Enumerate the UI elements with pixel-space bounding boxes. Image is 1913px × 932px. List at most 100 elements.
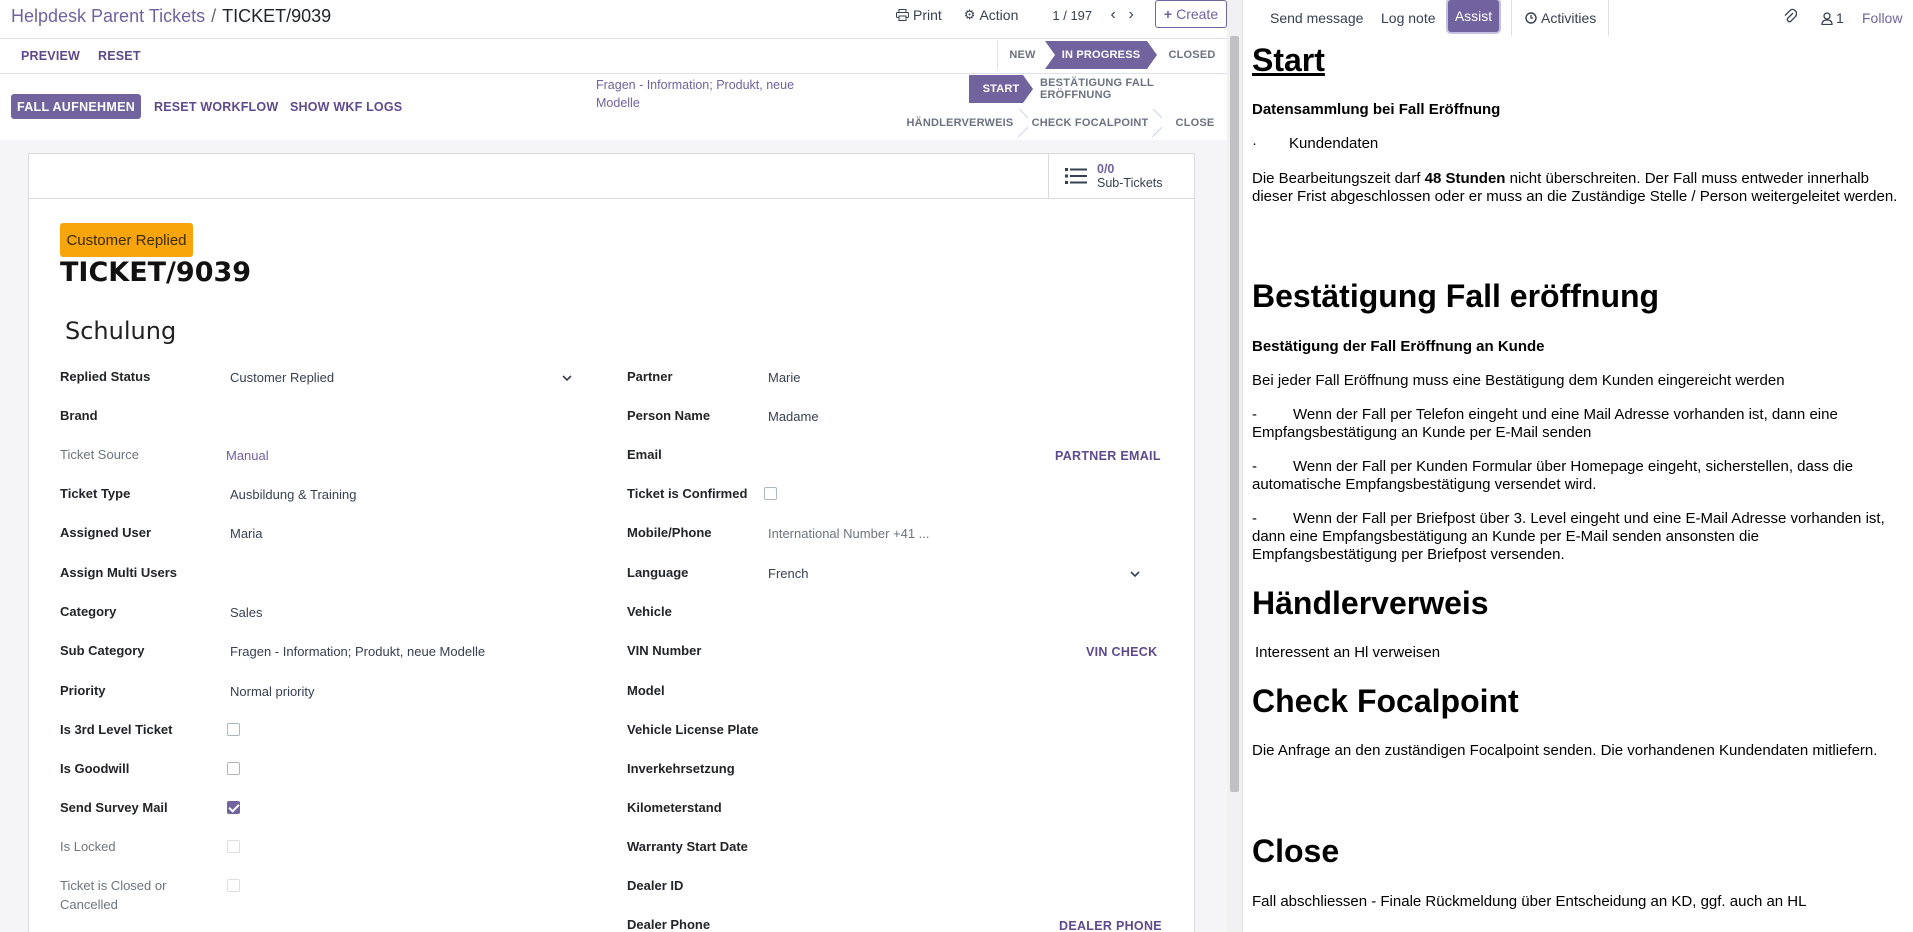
doc-list-item: - Wenn der Fall per Briefpost über 3. Lev… — [1252, 510, 1902, 564]
closed-or-cancelled-checkbox — [227, 879, 240, 892]
person-name-label: Person Name — [627, 408, 711, 423]
doc-paragraph-close: Fall abschliessen - Finale Rückmeldung ü… — [1252, 893, 1807, 910]
brand-label: Brand — [60, 408, 98, 423]
doc-list-item: - Wenn der Fall per Kunden Formular über … — [1252, 458, 1902, 494]
assigned-user-field[interactable]: Maria — [230, 526, 263, 541]
stage-haendlerverweis[interactable]: HÄNDLERVERWEIS — [905, 109, 1015, 137]
sub-category-label: Sub Category — [60, 643, 145, 658]
plus-icon: + — [1163, 6, 1173, 22]
priority-label: Priority — [60, 683, 106, 698]
create-button[interactable]: + Create — [1155, 0, 1227, 28]
assist-button[interactable]: Assist — [1448, 0, 1499, 32]
warranty-start-label: Warranty Start Date — [627, 839, 748, 854]
is-locked-checkbox — [227, 840, 240, 853]
ticket-type-field[interactable]: Ausbildung & Training — [230, 487, 356, 502]
divider — [1608, 0, 1609, 36]
clock-icon — [1525, 12, 1537, 24]
vin-check-button[interactable]: VIN CHECK — [1086, 645, 1157, 659]
state-new[interactable]: NEW — [997, 41, 1047, 69]
email-label: Email — [627, 447, 662, 462]
action-button[interactable]: ⚙ Action — [964, 7, 1019, 23]
partner-field[interactable]: Marie — [768, 370, 801, 385]
language-select[interactable]: French — [768, 566, 808, 581]
doc-heading-close: Close — [1252, 833, 1340, 869]
followers-button[interactable]: 1 — [1821, 0, 1844, 36]
reset-button[interactable]: RESET — [98, 49, 141, 63]
breadcrumb: Helpdesk Parent Tickets / TICKET/9039 — [11, 0, 331, 32]
priority-field[interactable]: Normal priority — [230, 684, 315, 699]
doc-paragraph-bestaetigung: Bei jeder Fall Eröffnung muss eine Bestä… — [1252, 372, 1785, 389]
form-scrollbar[interactable] — [1227, 0, 1242, 932]
doc-subheading-bestaetigung: Bestätigung der Fall Eröffnung an Kunde — [1252, 338, 1545, 355]
fall-aufnehmen-button[interactable]: FALL AUFNEHMEN — [11, 94, 141, 119]
preview-button[interactable]: PREVIEW — [21, 49, 80, 63]
state-closed[interactable]: CLOSED — [1157, 41, 1227, 69]
show-wkf-logs-button[interactable]: SHOW WKF LOGS — [290, 100, 402, 114]
language-label: Language — [627, 565, 689, 580]
chevron-down-icon[interactable] — [562, 375, 572, 382]
chevron-down-icon[interactable] — [1130, 571, 1140, 578]
form-sheet: 0/0 Sub-Tickets Customer Replied TICKET/… — [28, 153, 1195, 932]
replied-status-label: Replied Status — [60, 369, 151, 384]
gear-icon: ⚙ — [963, 7, 976, 22]
form-view: Helpdesk Parent Tickets / TICKET/9039 Pr… — [0, 0, 1242, 932]
mobile-label: Mobile/Phone — [627, 525, 712, 540]
state-in-progress[interactable]: IN PROGRESS — [1045, 41, 1157, 69]
closed-or-cancelled-label: Ticket is Closed or Cancelled — [60, 878, 167, 912]
stage-start[interactable]: START — [969, 75, 1033, 103]
kilometerstand-label: Kilometerstand — [627, 800, 722, 815]
partner-email-button[interactable]: PARTNER EMAIL — [1055, 449, 1161, 463]
ticket-confirmed-checkbox[interactable] — [764, 487, 777, 500]
pager-previous-icon[interactable]: ‹ — [1104, 6, 1122, 24]
chatter-panel: Send message Log note Assist Activities … — [1242, 0, 1913, 932]
status-badge: Customer Replied — [60, 223, 193, 257]
pager-next-icon[interactable]: › — [1122, 6, 1140, 24]
stage-close[interactable]: CLOSE — [1165, 109, 1225, 137]
replied-status-select[interactable]: Customer Replied — [230, 370, 334, 385]
person-icon — [1821, 11, 1833, 25]
send-survey-mail-checkbox[interactable] — [227, 801, 240, 814]
breadcrumb-parent[interactable]: Helpdesk Parent Tickets — [11, 6, 205, 27]
partner-label: Partner — [627, 369, 673, 384]
paperclip-icon[interactable] — [1783, 8, 1797, 24]
print-button[interactable]: Print — [896, 7, 942, 23]
sub-category-field[interactable]: Fragen - Information; Produkt, neue Mode… — [230, 644, 485, 659]
follow-button[interactable]: Follow — [1862, 0, 1902, 36]
ticket-name: TICKET/9039 — [60, 257, 252, 288]
log-note-button[interactable]: Log note — [1381, 0, 1436, 36]
doc-item-2: Wenn der Fall per Kunden Formular über H… — [1252, 458, 1854, 493]
subtickets-count: 0/0 — [1097, 162, 1115, 176]
ticket-subject[interactable]: Schulung — [65, 317, 176, 345]
category-field[interactable]: Sales — [230, 605, 263, 620]
vehicle-label: Vehicle — [627, 604, 672, 619]
printer-icon — [896, 9, 909, 21]
is-goodwill-checkbox[interactable] — [227, 762, 240, 775]
is-3rd-level-checkbox[interactable] — [227, 723, 240, 736]
stage-bestaetigung[interactable]: BESTÄTIGUNG FALL ERÖFFNUNG — [1040, 75, 1227, 103]
pager-value[interactable]: 1 / 197 — [1052, 8, 1092, 23]
ticket-confirmed-label: Ticket is Confirmed — [627, 486, 748, 501]
scrollbar-thumb[interactable] — [1230, 36, 1239, 792]
reset-workflow-button[interactable]: RESET WORKFLOW — [154, 100, 278, 114]
activities-button[interactable]: Activities — [1525, 0, 1596, 36]
mobile-input[interactable]: International Number +41 ... — [768, 526, 930, 541]
category-label: Category — [60, 604, 117, 619]
activities-label: Activities — [1541, 10, 1597, 26]
dealer-phone-button[interactable]: DEALER PHONE — [1059, 919, 1162, 932]
is-3rd-level-label: Is 3rd Level Ticket — [60, 722, 173, 737]
is-goodwill-label: Is Goodwill — [60, 761, 130, 776]
print-label: Print — [913, 7, 942, 23]
send-message-button[interactable]: Send message — [1270, 0, 1363, 36]
person-name-field[interactable]: Madame — [768, 409, 819, 424]
bullet: · — [1252, 135, 1257, 152]
assigned-user-label: Assigned User — [60, 525, 152, 540]
doc-paragraph-focalpoint: Die Anfrage an den zuständigen Focalpoin… — [1252, 742, 1878, 759]
send-survey-mail-label: Send Survey Mail — [60, 800, 168, 815]
ticket-source-value[interactable]: Manual — [226, 448, 269, 463]
doc-bold-text: 48 Stunden — [1424, 170, 1506, 187]
stage-check-focalpoint[interactable]: CHECK FOCALPOINT — [1030, 109, 1150, 137]
dealer-phone-label: Dealer Phone — [627, 917, 711, 932]
subtickets-smart-button[interactable]: 0/0 Sub-Tickets — [1048, 154, 1194, 198]
doc-item-3: Wenn der Fall per Briefpost über 3. Leve… — [1252, 510, 1885, 563]
doc-heading-bestaetigung: Bestätigung Fall eröffnung — [1252, 278, 1660, 314]
